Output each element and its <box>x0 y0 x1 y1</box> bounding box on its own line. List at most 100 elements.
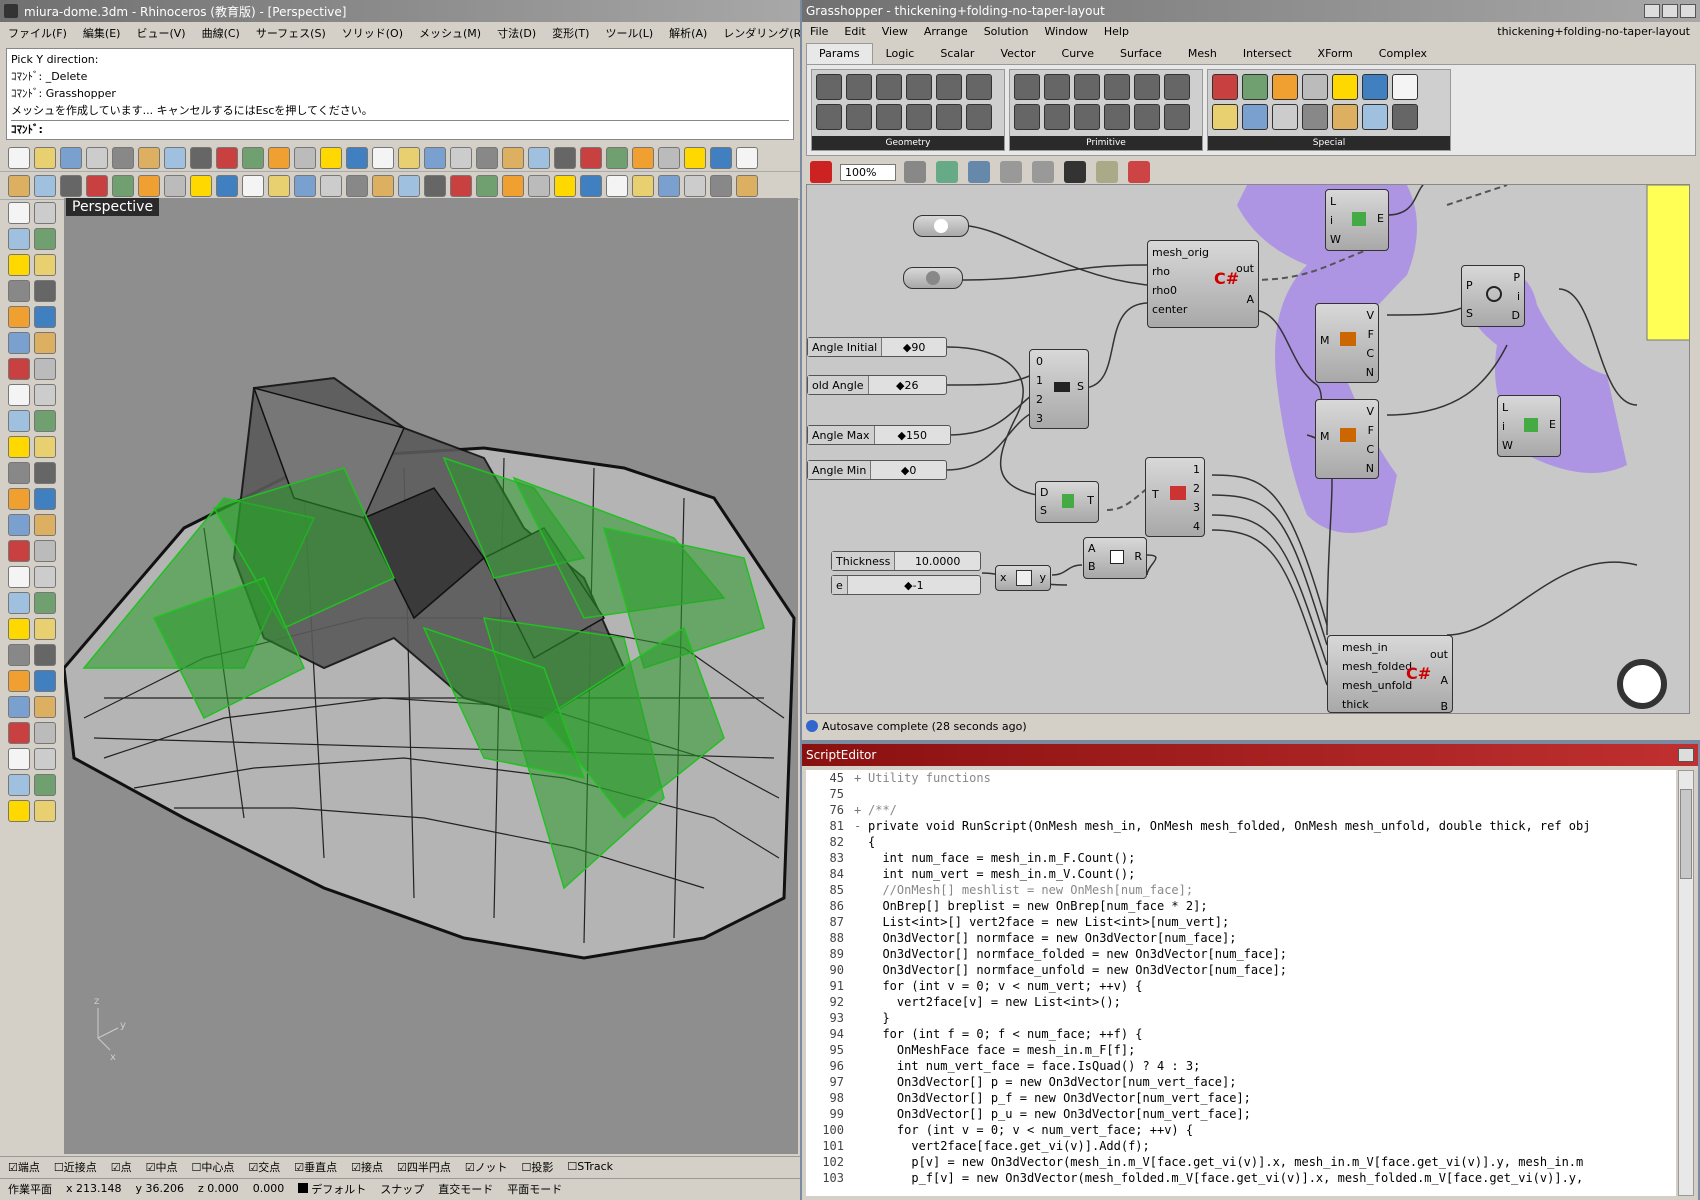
number-slider[interactable]: old Angle ◆26 <box>807 375 947 395</box>
port-label[interactable]: center <box>1152 300 1209 319</box>
tool-icon[interactable] <box>450 174 472 197</box>
lock-icon[interactable] <box>1096 161 1118 183</box>
tool-icon[interactable] <box>502 174 524 197</box>
tab-curve[interactable]: Curve <box>1049 43 1107 64</box>
tool-icon[interactable] <box>8 332 30 354</box>
tool-icon[interactable] <box>658 146 680 169</box>
port-label[interactable]: 3 <box>1036 409 1043 428</box>
tool-icon[interactable] <box>34 280 56 302</box>
tool-icon[interactable] <box>632 174 654 197</box>
component-icon[interactable] <box>1392 74 1418 100</box>
tab-intersect[interactable]: Intersect <box>1230 43 1305 64</box>
port-label[interactable]: i <box>1330 211 1341 230</box>
tool-icon[interactable] <box>34 644 56 666</box>
component-icon[interactable] <box>966 104 992 130</box>
tab-mesh[interactable]: Mesh <box>1175 43 1230 64</box>
gh-logo-icon[interactable] <box>810 161 832 183</box>
tool-icon[interactable] <box>8 488 30 510</box>
menu-item[interactable]: ツール(L) <box>605 25 653 41</box>
component-icon[interactable] <box>1332 104 1358 130</box>
tool-icon[interactable] <box>86 174 108 197</box>
power-component[interactable]: x y <box>995 565 1051 591</box>
mesh-components-2[interactable]: M VFCN <box>1315 399 1379 479</box>
port-label[interactable]: 0 <box>1036 352 1043 371</box>
tool-icon[interactable] <box>8 174 30 197</box>
port-label[interactable]: W <box>1330 230 1341 249</box>
fold-icon[interactable] <box>854 946 868 962</box>
menu-item[interactable]: ソリッド(O) <box>342 25 403 41</box>
fold-icon[interactable] <box>854 850 868 866</box>
tool-icon[interactable] <box>268 146 290 169</box>
tool-icon[interactable] <box>164 174 186 197</box>
port-label[interactable]: i <box>1502 417 1513 436</box>
tool-icon[interactable] <box>8 670 30 692</box>
menu-item[interactable]: File <box>810 25 828 38</box>
component-icon[interactable] <box>1302 104 1328 130</box>
fold-icon[interactable]: + <box>854 802 868 818</box>
radial-menu-icon[interactable] <box>1617 659 1667 709</box>
tool-icon[interactable] <box>34 800 56 822</box>
port-label[interactable]: 1 <box>1193 460 1200 479</box>
tool-icon[interactable] <box>8 358 30 380</box>
play-icon[interactable] <box>1064 161 1086 183</box>
tool-icon[interactable] <box>86 146 108 169</box>
tool-icon[interactable] <box>502 146 524 169</box>
component-icon[interactable] <box>1014 74 1040 100</box>
menu-item[interactable]: 編集(E) <box>83 25 121 41</box>
tool-icon[interactable] <box>34 202 56 224</box>
scrollbar-thumb[interactable] <box>1680 789 1692 879</box>
tool-icon[interactable] <box>294 146 316 169</box>
menu-item[interactable]: 曲線(C) <box>202 25 240 41</box>
component-icon[interactable] <box>1104 74 1130 100</box>
menu-item[interactable]: 解析(A) <box>669 25 707 41</box>
number-slider[interactable]: Angle Min ◆0 <box>807 460 947 480</box>
osnap-item[interactable]: ☑点 <box>111 1159 132 1175</box>
component-icon[interactable] <box>1074 74 1100 100</box>
fold-icon[interactable] <box>854 866 868 882</box>
menu-item[interactable]: レンダリング(R) <box>723 25 800 41</box>
bake-icon[interactable] <box>1128 161 1150 183</box>
tool-icon[interactable] <box>398 174 420 197</box>
tool-icon[interactable] <box>190 146 212 169</box>
fold-icon[interactable] <box>854 786 868 802</box>
tool-icon[interactable] <box>710 174 732 197</box>
port-label[interactable]: C <box>1366 344 1374 363</box>
component-icon[interactable] <box>846 104 872 130</box>
tool-icon[interactable] <box>580 146 602 169</box>
port-label[interactable]: B <box>1088 558 1096 576</box>
osnap-item[interactable]: ☐投影 <box>522 1159 554 1175</box>
tool-icon[interactable] <box>34 696 56 718</box>
port-label[interactable]: i <box>1512 287 1520 306</box>
tool-icon[interactable] <box>736 174 758 197</box>
tool-icon[interactable] <box>8 146 30 169</box>
menu-item[interactable]: Help <box>1104 25 1129 38</box>
menu-item[interactable]: ビュー(V) <box>136 25 185 41</box>
tool-icon[interactable] <box>34 436 56 458</box>
component-icon[interactable] <box>1074 104 1100 130</box>
tool-icon[interactable] <box>138 146 160 169</box>
port-label[interactable]: mesh_folded <box>1342 657 1412 676</box>
tool-icon[interactable] <box>8 462 30 484</box>
tool-icon[interactable] <box>34 488 56 510</box>
tool-icon[interactable] <box>8 254 30 276</box>
tab-scalar[interactable]: Scalar <box>927 43 987 64</box>
maximize-icon[interactable] <box>1662 4 1678 18</box>
tool-icon[interactable] <box>8 202 30 224</box>
fold-icon[interactable] <box>854 1122 868 1138</box>
component-icon[interactable] <box>936 74 962 100</box>
component-icon[interactable] <box>1104 104 1130 130</box>
tool-icon[interactable] <box>34 306 56 328</box>
tab-params[interactable]: Params <box>806 43 873 64</box>
tool-icon[interactable] <box>476 174 498 197</box>
component-icon[interactable] <box>1164 74 1190 100</box>
tool-icon[interactable] <box>60 146 82 169</box>
tool-icon[interactable] <box>60 174 82 197</box>
fold-icon[interactable] <box>854 882 868 898</box>
menu-item[interactable]: 変形(T) <box>552 25 589 41</box>
port-label[interactable]: P <box>1466 272 1473 300</box>
tool-icon[interactable] <box>34 384 56 406</box>
port-label[interactable]: rho <box>1152 262 1209 281</box>
component-icon[interactable] <box>936 104 962 130</box>
fold-icon[interactable] <box>854 898 868 914</box>
viewport-title[interactable]: Perspective <box>66 198 160 216</box>
